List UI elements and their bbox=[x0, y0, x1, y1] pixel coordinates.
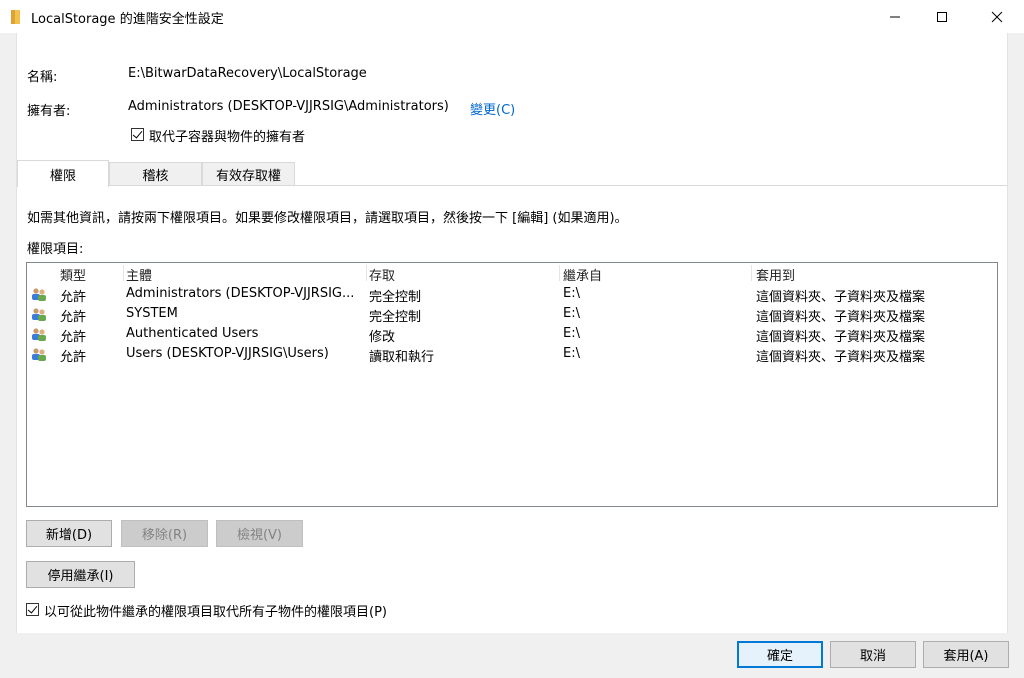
row-principal: SYSTEM bbox=[126, 306, 178, 321]
apply-button[interactable]: 套用(A) bbox=[923, 641, 1009, 668]
column-header-applies-to[interactable]: 套用到 bbox=[756, 265, 795, 284]
close-button[interactable] bbox=[974, 0, 1020, 33]
minimize-icon bbox=[890, 16, 900, 17]
owner-value: Administrators (DESKTOP-VJJRSIG\Administ… bbox=[128, 99, 449, 114]
users-icon bbox=[32, 348, 46, 361]
column-header-inherited-from[interactable]: 繼承自 bbox=[563, 265, 602, 284]
tab-divider bbox=[17, 185, 1007, 186]
row-access: 讀取和執行 bbox=[369, 350, 435, 365]
permission-entries-label: 權限項目: bbox=[27, 242, 84, 257]
table-row[interactable]: 允許 Users (DESKTOP-VJJRSIG\Users) 讀取和執行 E… bbox=[28, 344, 996, 365]
row-principal: Users (DESKTOP-VJJRSIG\Users) bbox=[126, 346, 329, 361]
column-divider[interactable] bbox=[123, 265, 124, 281]
cancel-button[interactable]: 取消 bbox=[830, 641, 916, 668]
cancel-button-label: 取消 bbox=[859, 649, 886, 664]
view-button-label: 檢視(V) bbox=[236, 528, 283, 543]
row-applies-to: 這個資料夾、子資料夾及檔案 bbox=[756, 330, 926, 345]
row-type: 允許 bbox=[60, 330, 87, 345]
instructions-text: 如需其他資訊，請按兩下權限項目。如果要修改權限項目，請選取項目，然後按一下 [編… bbox=[27, 211, 628, 226]
row-applies-to: 這個資料夾、子資料夾及檔案 bbox=[756, 350, 926, 365]
remove-button[interactable]: 移除(R) bbox=[121, 520, 208, 547]
maximize-button[interactable] bbox=[919, 0, 965, 33]
replace-owner-label: 取代子容器與物件的擁有者 bbox=[149, 130, 306, 145]
users-icon bbox=[32, 308, 46, 321]
column-divider[interactable] bbox=[366, 265, 367, 281]
column-header-access[interactable]: 存取 bbox=[369, 265, 395, 284]
permission-entries-list[interactable]: 類型 主體 存取 繼承自 套用到 允許 Administrators (DESK… bbox=[26, 262, 998, 507]
replace-child-permissions-checkbox[interactable] bbox=[26, 603, 39, 616]
folder-icon bbox=[11, 10, 20, 24]
row-inherited-from: E:\ bbox=[563, 346, 580, 361]
column-divider[interactable] bbox=[751, 265, 752, 281]
tab-permissions[interactable]: 權限 bbox=[17, 160, 109, 187]
tab-auditing-label: 稽核 bbox=[142, 169, 169, 184]
tab-effective-access-label: 有效存取權 bbox=[215, 169, 281, 184]
add-button[interactable]: 新增(D) bbox=[26, 520, 112, 547]
table-row[interactable]: 允許 SYSTEM 完全控制 E:\ 這個資料夾、子資料夾及檔案 bbox=[28, 304, 996, 325]
change-owner-link[interactable]: 變更(C) bbox=[470, 99, 515, 118]
row-type: 允許 bbox=[60, 290, 87, 305]
remove-button-label: 移除(R) bbox=[141, 528, 188, 543]
minimize-button[interactable] bbox=[872, 0, 918, 33]
ok-button[interactable]: 確定 bbox=[737, 641, 823, 668]
column-header-principal[interactable]: 主體 bbox=[126, 265, 152, 284]
apply-button-label: 套用(A) bbox=[943, 649, 989, 664]
disable-inheritance-label: 停用繼承(I) bbox=[47, 569, 114, 584]
ok-button-label: 確定 bbox=[766, 649, 793, 664]
table-row[interactable]: 允許 Administrators (DESKTOP-VJJRSIG... 完全… bbox=[28, 284, 996, 305]
view-button[interactable]: 檢視(V) bbox=[216, 520, 303, 547]
dialog-content: 名稱: E:\BitwarDataRecovery\LocalStorage 擁… bbox=[16, 33, 1008, 633]
row-applies-to: 這個資料夾、子資料夾及檔案 bbox=[756, 310, 926, 325]
table-row[interactable]: 允許 Authenticated Users 修改 E:\ 這個資料夾、子資料夾… bbox=[28, 324, 996, 345]
users-icon bbox=[32, 328, 46, 341]
close-icon bbox=[991, 11, 1003, 22]
users-icon bbox=[32, 288, 46, 301]
row-inherited-from: E:\ bbox=[563, 286, 580, 301]
owner-label: 擁有者: bbox=[27, 104, 71, 119]
row-principal: Administrators (DESKTOP-VJJRSIG... bbox=[126, 286, 355, 301]
dialog-footer: 確定 取消 套用(A) bbox=[0, 633, 1024, 678]
row-access: 修改 bbox=[369, 330, 396, 345]
row-type: 允許 bbox=[60, 350, 87, 365]
name-label: 名稱: bbox=[27, 70, 58, 85]
row-inherited-from: E:\ bbox=[563, 326, 580, 341]
tab-strip: 權限 稽核 有效存取權 bbox=[17, 160, 1007, 187]
column-divider[interactable] bbox=[559, 265, 560, 281]
window-title: LocalStorage 的進階安全性設定 bbox=[31, 12, 224, 27]
title-bar: LocalStorage 的進階安全性設定 bbox=[0, 0, 1024, 33]
replace-owner-checkbox[interactable] bbox=[131, 128, 144, 141]
tab-effective-access[interactable]: 有效存取權 bbox=[202, 162, 295, 186]
maximize-icon bbox=[937, 11, 947, 22]
row-type: 允許 bbox=[60, 310, 87, 325]
tab-auditing[interactable]: 稽核 bbox=[109, 162, 202, 186]
row-principal: Authenticated Users bbox=[126, 326, 259, 341]
name-value: E:\BitwarDataRecovery\LocalStorage bbox=[128, 66, 367, 81]
tab-permissions-label: 權限 bbox=[49, 168, 76, 184]
row-access: 完全控制 bbox=[369, 310, 422, 325]
row-applies-to: 這個資料夾、子資料夾及檔案 bbox=[756, 290, 926, 305]
row-inherited-from: E:\ bbox=[563, 306, 580, 321]
replace-child-permissions-label: 以可從此物件繼承的權限項目取代所有子物件的權限項目(P) bbox=[44, 605, 387, 620]
add-button-label: 新增(D) bbox=[45, 528, 93, 543]
column-header-type[interactable]: 類型 bbox=[60, 265, 86, 284]
row-access: 完全控制 bbox=[369, 290, 422, 305]
disable-inheritance-button[interactable]: 停用繼承(I) bbox=[26, 561, 135, 588]
